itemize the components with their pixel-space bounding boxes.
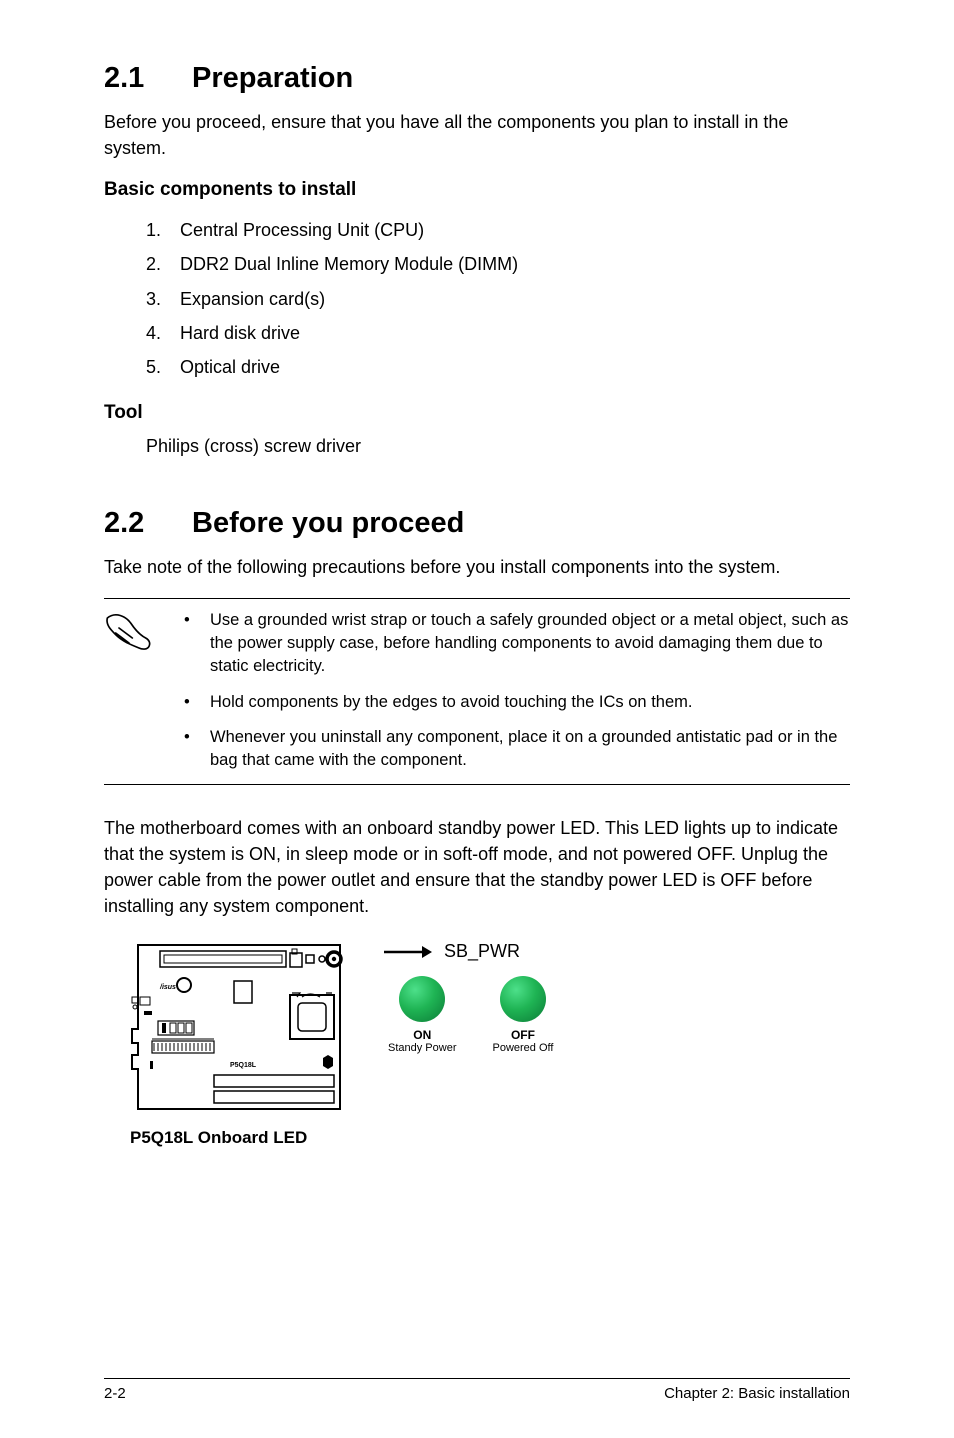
section1-intro: Before you proceed, ensure that you have… bbox=[104, 109, 850, 161]
section2-intro: Take note of the following precautions b… bbox=[104, 554, 850, 580]
tool-heading: Tool bbox=[104, 402, 850, 424]
hand-note-icon bbox=[104, 609, 174, 772]
led-on-column: ON Standy Power bbox=[388, 976, 456, 1054]
diagram-caption: P5Q18L Onboard LED bbox=[130, 1128, 348, 1148]
led-off-icon bbox=[500, 976, 546, 1022]
svg-text:/isus: /isus bbox=[159, 984, 176, 991]
page-footer: 2-2 Chapter 2: Basic installation bbox=[104, 1378, 850, 1402]
note-list: •Use a grounded wrist strap or touch a s… bbox=[174, 609, 850, 772]
led-off-column: OFF Powered Off bbox=[492, 976, 553, 1054]
led-legend: SB_PWR ON Standy Power OFF Powered Off bbox=[384, 937, 553, 1054]
led-off-title: OFF bbox=[492, 1028, 553, 1042]
list-item: 1.Central Processing Unit (CPU) bbox=[146, 213, 850, 247]
list-item: 4.Hard disk drive bbox=[146, 316, 850, 350]
led-on-subtitle: Standy Power bbox=[388, 1042, 456, 1054]
sb-pwr-label: SB_PWR bbox=[444, 941, 520, 962]
tool-text: Philips (cross) screw driver bbox=[146, 436, 850, 457]
section-title-text: Before you proceed bbox=[192, 507, 464, 539]
section-heading-2-1: 2.1Preparation bbox=[104, 62, 850, 95]
led-off-subtitle: Powered Off bbox=[492, 1042, 553, 1054]
led-on-icon bbox=[399, 976, 445, 1022]
page-number: 2-2 bbox=[104, 1385, 126, 1402]
section-number: 2.1 bbox=[104, 62, 192, 95]
section-number: 2.2 bbox=[104, 507, 192, 540]
onboard-led-diagram: /isus P5Q18L bbox=[130, 937, 850, 1148]
list-item: 5.Optical drive bbox=[146, 350, 850, 384]
section-heading-2-2: 2.2Before you proceed bbox=[104, 507, 850, 540]
arrow-right-icon bbox=[384, 943, 432, 961]
basic-components-list: 1.Central Processing Unit (CPU) 2.DDR2 D… bbox=[146, 213, 850, 384]
note-box: •Use a grounded wrist strap or touch a s… bbox=[104, 598, 850, 785]
note-item: •Use a grounded wrist strap or touch a s… bbox=[174, 609, 850, 678]
section-title-text: Preparation bbox=[192, 62, 353, 94]
board-label-text: P5Q18L bbox=[230, 1062, 257, 1069]
motherboard-illustration: /isus P5Q18L bbox=[130, 937, 348, 1148]
standby-paragraph: The motherboard comes with an onboard st… bbox=[104, 815, 850, 919]
list-item: 3.Expansion card(s) bbox=[146, 282, 850, 316]
note-item: •Whenever you uninstall any component, p… bbox=[174, 726, 850, 772]
chapter-label: Chapter 2: Basic installation bbox=[664, 1385, 850, 1402]
basic-components-heading: Basic components to install bbox=[104, 179, 850, 201]
led-on-title: ON bbox=[388, 1028, 456, 1042]
note-item: •Hold components by the edges to avoid t… bbox=[174, 691, 850, 714]
list-item: 2.DDR2 Dual Inline Memory Module (DIMM) bbox=[146, 247, 850, 281]
